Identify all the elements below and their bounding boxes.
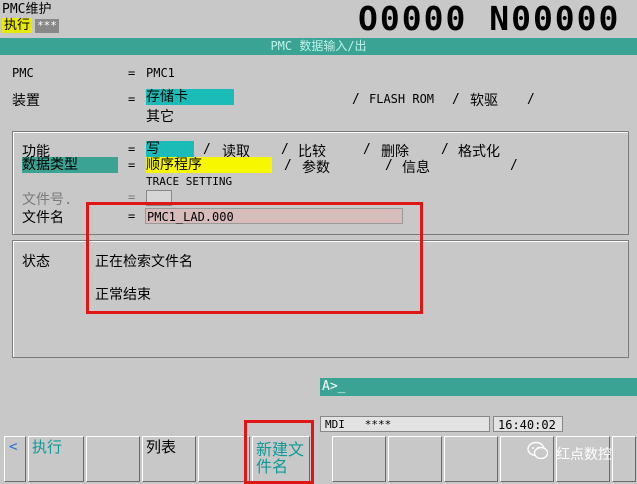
softkey-execute[interactable]: 执行 — [28, 436, 84, 482]
softkey-right[interactable] — [612, 436, 636, 482]
slash: / — [352, 92, 360, 107]
status-stars: **** — [364, 418, 392, 431]
slash: / — [441, 142, 449, 157]
watermark-text: 红点数控 — [556, 447, 612, 463]
device-other[interactable]: 其它 — [146, 106, 174, 126]
pmc-label: PMC — [12, 66, 34, 80]
slash: / — [203, 142, 211, 157]
trace-setting[interactable]: TRACE SETTING — [146, 175, 232, 188]
device-floppy[interactable]: 软驱 — [470, 90, 498, 110]
softkey-empty-1[interactable] — [86, 436, 140, 482]
softkey-empty-3[interactable] — [332, 436, 386, 482]
datatype-eq: = — [128, 158, 136, 172]
status-mode: MDI **** — [320, 416, 490, 432]
slash: / — [510, 158, 518, 173]
screen-title: PMC 数据输入/出 — [0, 38, 637, 55]
slash: / — [363, 142, 371, 157]
slash: / — [452, 92, 460, 107]
softkey-list[interactable]: 列表 — [142, 436, 196, 482]
program-number: O0000 N00000 — [358, 0, 621, 38]
command-line[interactable]: A>_ — [320, 378, 637, 396]
softkey-highlight-frame — [244, 420, 314, 484]
datatype-parameter[interactable]: 参数 — [302, 157, 330, 177]
status-mode-text: MDI — [325, 418, 345, 431]
device-label: 装置 — [12, 93, 40, 109]
softkey-left-arrow[interactable]: < — [4, 436, 26, 482]
datatype-sequence-program[interactable]: 顺序程序 — [146, 157, 272, 173]
highlight-frame — [86, 202, 423, 314]
fileno-label: 文件号. — [22, 192, 73, 208]
device-memory-card[interactable]: 存储卡 — [146, 89, 234, 105]
mode-title: PMC维护 — [2, 2, 52, 17]
datatype-message[interactable]: 信息 — [402, 157, 430, 177]
device-flash-rom[interactable]: FLASH ROM — [369, 92, 434, 106]
pmc-eq: = — [128, 66, 136, 80]
softkey-empty-2[interactable] — [198, 436, 250, 482]
slash: / — [385, 158, 393, 173]
wechat-icon — [527, 441, 549, 460]
function-write[interactable]: 写 — [146, 141, 194, 157]
slash: / — [281, 142, 289, 157]
status-time: 16:40:02 — [493, 416, 563, 432]
softkey-empty-5[interactable] — [444, 436, 498, 482]
softkey-empty-4[interactable] — [388, 436, 442, 482]
slash: / — [284, 158, 292, 173]
status-label: 状态 — [22, 254, 50, 270]
device-eq: = — [128, 92, 136, 106]
slash: / — [527, 92, 535, 107]
mode-state: 执行 — [2, 18, 33, 33]
datatype-label: 数据类型 — [22, 157, 118, 173]
filename-label: 文件名 — [22, 210, 64, 226]
mode-stars: *** — [35, 19, 59, 33]
function-eq: = — [128, 142, 136, 156]
pmc-value: PMC1 — [146, 66, 175, 80]
function-format[interactable]: 格式化 — [458, 141, 500, 161]
